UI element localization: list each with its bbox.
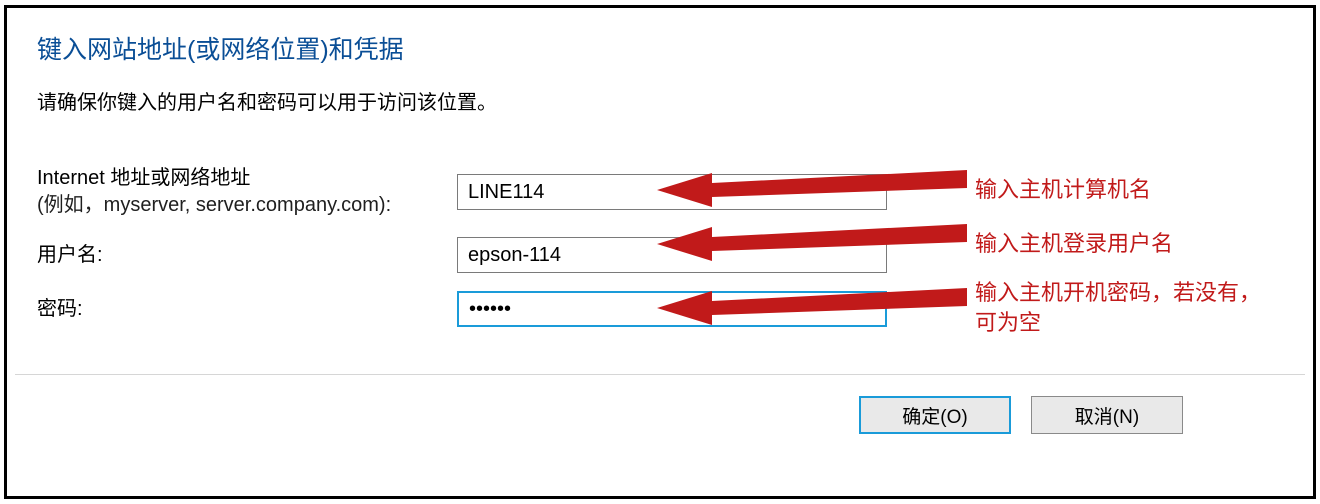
username-input[interactable] xyxy=(457,237,887,273)
dialog-subtitle: 请确保你键入的用户名和密码可以用于访问该位置。 xyxy=(37,86,1283,115)
password-label: 密码: xyxy=(37,296,457,323)
address-input[interactable] xyxy=(457,174,887,210)
cancel-button[interactable]: 取消(N) xyxy=(1031,396,1183,434)
ok-button[interactable]: 确定(O) xyxy=(859,396,1011,434)
address-label: Internet 地址或网络地址 (例如，myserver, server.co… xyxy=(37,165,457,219)
address-label-line2: (例如，myserver, server.company.com): xyxy=(37,192,457,219)
button-bar-separator xyxy=(15,374,1305,375)
dialog-heading: 键入网站地址(或网络位置)和凭据 xyxy=(37,30,1283,66)
username-label: 用户名: xyxy=(37,242,457,269)
password-input[interactable] xyxy=(457,291,887,327)
address-label-line1: Internet 地址或网络地址 xyxy=(37,165,457,192)
